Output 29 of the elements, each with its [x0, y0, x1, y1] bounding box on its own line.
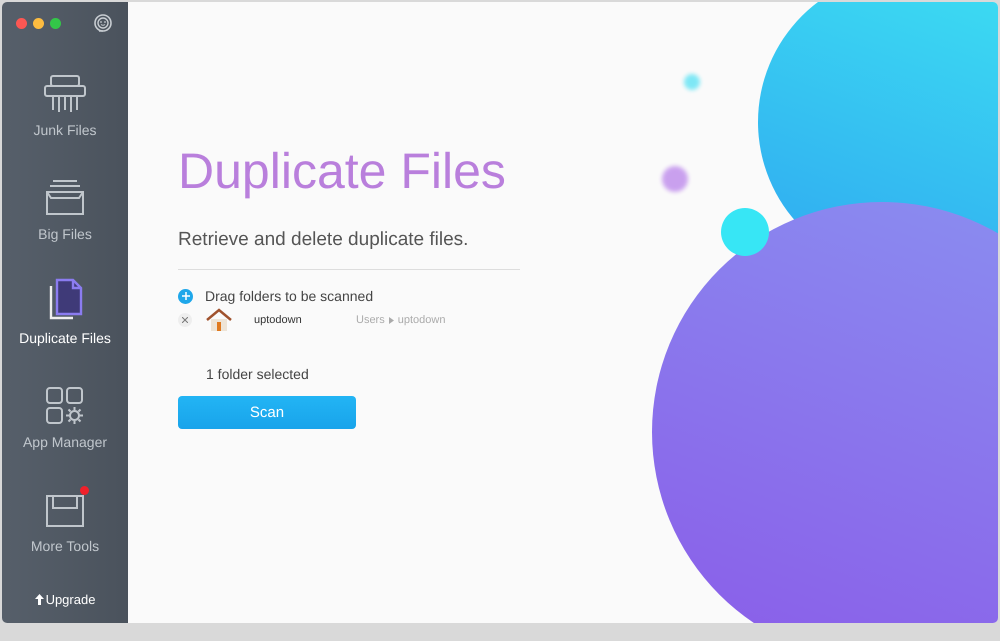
sidebar-item[interactable]: Junk Files [33, 68, 97, 138]
close-icon [182, 317, 188, 323]
smiley-headset-icon[interactable] [92, 12, 114, 34]
zoom-button[interactable] [50, 18, 61, 28]
sidebar-item[interactable]: More Tools [30, 484, 100, 554]
folder-name: uptodown [254, 314, 303, 326]
add-folder-label: Drag folders to be scanned [205, 288, 374, 304]
upgrade-link[interactable]: Upgrade [34, 592, 96, 607]
shredder-icon [43, 74, 87, 114]
scan-button[interactable]: Scan [178, 396, 356, 429]
close-button[interactable] [16, 18, 27, 28]
drawer-icon [43, 178, 87, 218]
path-label: Users [356, 314, 385, 326]
remove-button[interactable] [178, 313, 192, 327]
sidebar-item[interactable]: Duplicate Files [19, 276, 111, 346]
path-label: uptodown [398, 314, 446, 326]
minimize-button[interactable] [33, 18, 44, 28]
path-separator-icon [388, 316, 394, 324]
page-subtitle: Retrieve and delete duplicate files. [178, 229, 470, 251]
arrow-up-icon [34, 594, 44, 605]
add-button[interactable] [178, 288, 193, 304]
circle-decoration [684, 74, 700, 90]
circle-decoration [662, 166, 688, 192]
plus-icon [182, 292, 190, 300]
house-icon [206, 308, 232, 332]
sidebar-item[interactable]: Big Files [38, 172, 92, 242]
page-title: Duplicate Files [178, 144, 507, 199]
selection-count: 1 folder selected [206, 366, 310, 382]
sidebar-item[interactable]: App Manager [22, 380, 108, 450]
